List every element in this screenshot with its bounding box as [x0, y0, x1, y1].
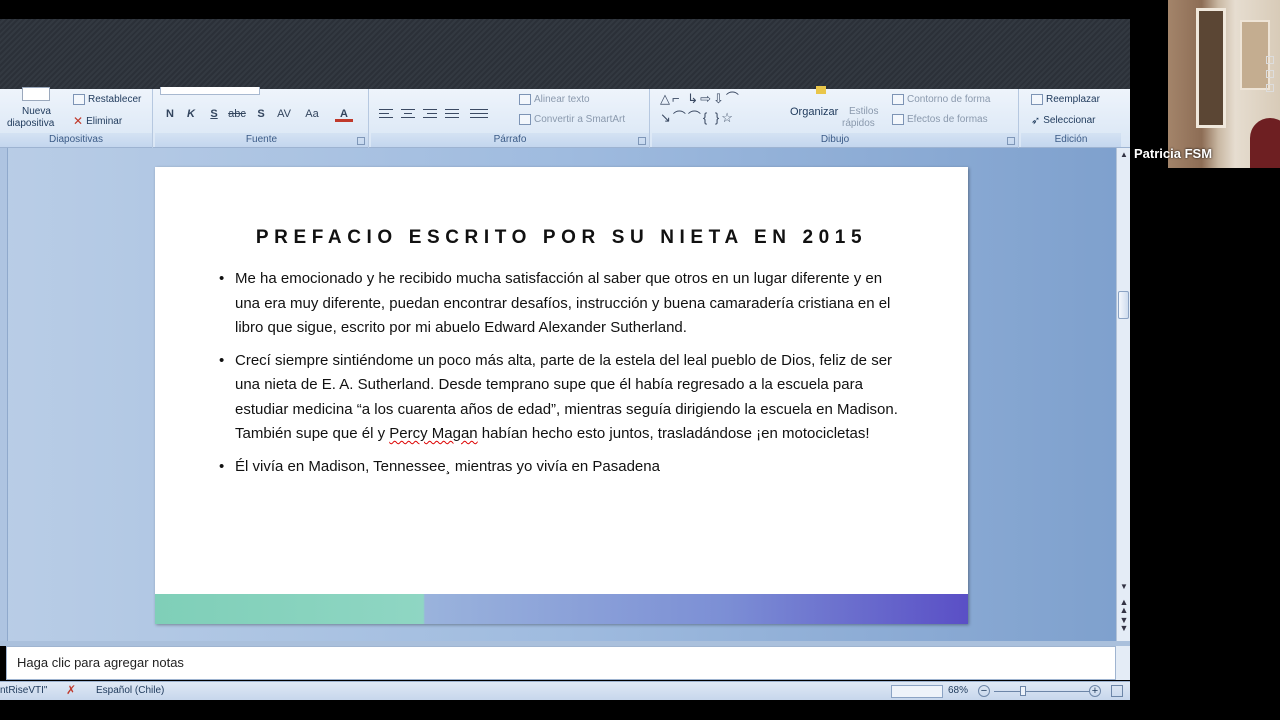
group-label-diapositivas: Diapositivas — [0, 133, 152, 147]
language-indicator[interactable]: Español (Chile) — [96, 685, 164, 696]
delete-button[interactable]: ✕ Eliminar — [73, 114, 122, 128]
dibujo-launcher-icon[interactable] — [1007, 137, 1015, 145]
fit-to-window-icon[interactable] — [1111, 685, 1123, 697]
font-color-button[interactable]: A — [335, 106, 353, 122]
char-spacing-button[interactable]: AV — [273, 106, 295, 122]
scroll-down-icon[interactable]: ▼ — [1117, 582, 1131, 591]
bullet-2-misspelled: Percy Magan — [389, 425, 478, 442]
parrafo-launcher-icon[interactable] — [638, 137, 646, 145]
notes-placeholder[interactable]: Haga clic para agregar notas — [17, 655, 184, 670]
smartart-icon — [519, 114, 531, 125]
align-text-icon — [519, 94, 531, 105]
replace-icon — [1031, 94, 1043, 105]
participant-video[interactable] — [1168, 0, 1280, 168]
align-text-button[interactable]: Alinear texto — [519, 94, 590, 105]
shape-outline-label: Contorno de forma — [907, 94, 991, 105]
delete-label: Eliminar — [86, 115, 123, 127]
font-name-input[interactable] — [160, 87, 260, 95]
new-slide-label-2[interactable]: diapositiva — [7, 118, 54, 129]
notes-scrollbar[interactable] — [1116, 646, 1130, 680]
participant-name: Patricia FSM — [1134, 146, 1213, 161]
shadow-button[interactable]: S — [252, 106, 270, 122]
select-button[interactable]: ➶ Seleccionar — [1031, 114, 1095, 127]
video-controls-icon[interactable] — [1266, 56, 1276, 104]
quick-styles-label-1[interactable]: Estilos — [849, 106, 878, 117]
convert-smartart-button[interactable]: Convertir a SmartArt — [519, 114, 625, 125]
new-slide-label-1[interactable]: Nueva — [22, 106, 51, 117]
ribbon: Nueva diapositiva Restablecer ✕ Eliminar… — [0, 86, 1130, 148]
overlay-bar — [0, 19, 1130, 89]
shape-effects-label: Efectos de formas — [907, 114, 988, 125]
replace-button[interactable]: Reemplazar — [1031, 94, 1100, 105]
group-edicion: Reemplazar ➶ Seleccionar Edición — [1021, 89, 1121, 148]
group-label-fuente: Fuente — [155, 133, 368, 147]
theme-name: ntRiseVTI" — [0, 685, 48, 696]
video-person — [1250, 118, 1280, 168]
scroll-up-icon[interactable]: ▲ — [1117, 150, 1131, 159]
slide-body[interactable]: Me ha emocionado y he recibido mucha sat… — [219, 267, 909, 487]
video-door — [1196, 8, 1226, 128]
group-dibujo: △⌐ ↳⇨⇩⌒ ↘⌒⌒{ }☆ Organizar Estilos rápido… — [652, 86, 1019, 148]
group-label-dibujo: Dibujo — [652, 133, 1018, 147]
scroll-thumb[interactable] — [1118, 291, 1129, 319]
select-label: Seleccionar — [1043, 115, 1096, 126]
reset-label: Restablecer — [88, 94, 142, 105]
shapes-gallery-row1[interactable]: △⌐ ↳⇨⇩⌒ — [660, 92, 741, 106]
justify-icon[interactable] — [443, 106, 461, 122]
new-slide-icon — [22, 87, 50, 101]
slide-canvas[interactable]: PREFACIO ESCRITO POR SU NIETA EN 2015 Me… — [155, 167, 968, 624]
notes-pane[interactable]: Haga clic para agregar notas — [6, 646, 1116, 680]
strikethrough-button[interactable]: abc — [225, 106, 249, 122]
next-slide-icon[interactable]: ▼ ▼ — [1117, 616, 1131, 633]
zoom-slider-thumb[interactable] — [1020, 686, 1026, 696]
shape-effects-icon — [892, 114, 904, 125]
shape-outline-icon — [892, 94, 904, 105]
reset-icon — [73, 94, 85, 105]
columns-icon[interactable] — [468, 106, 490, 122]
replace-label: Reemplazar — [1046, 94, 1100, 105]
arrange-button[interactable]: Organizar — [790, 106, 838, 118]
shape-outline-button[interactable]: Contorno de forma — [892, 94, 990, 105]
bottom-black-strip — [0, 700, 1130, 720]
status-bar: ntRiseVTI" ✗ Español (Chile) 68% − + — [0, 681, 1130, 700]
convert-smartart-label: Convertir a SmartArt — [534, 114, 626, 125]
arrange-icon — [816, 86, 826, 94]
zoom-out-icon[interactable]: − — [978, 685, 990, 697]
group-diapositivas: Nueva diapositiva Restablecer ✕ Eliminar… — [0, 87, 153, 148]
delete-icon: ✕ — [73, 114, 84, 128]
align-center-icon[interactable] — [399, 106, 417, 122]
underline-button[interactable]: S — [205, 106, 223, 122]
reset-button[interactable]: Restablecer — [73, 94, 141, 105]
shape-effects-button[interactable]: Efectos de formas — [892, 114, 988, 125]
zoom-in-icon[interactable]: + — [1089, 685, 1101, 697]
quick-styles-label-2[interactable]: rápidos — [842, 118, 875, 129]
select-cursor-icon: ➶ — [1031, 115, 1041, 127]
group-label-edicion: Edición — [1021, 133, 1121, 147]
vertical-scrollbar[interactable]: ▲ ▼ ▲ ▲ ▼ ▼ — [1116, 148, 1130, 641]
bullet-3[interactable]: Él vivía en Madison, Tennessee¸ mientras… — [219, 455, 909, 480]
shapes-gallery-row2[interactable]: ↘⌒⌒{ }☆ — [660, 111, 735, 125]
align-left-icon[interactable] — [377, 106, 395, 122]
prev-slide-icon[interactable]: ▲ ▲ — [1117, 598, 1131, 615]
group-fuente: N K S abc S AV Aa A Fuente — [155, 87, 369, 148]
view-buttons[interactable] — [891, 685, 943, 698]
spellcheck-icon[interactable]: ✗ — [66, 683, 76, 697]
slides-pane-edge[interactable] — [0, 148, 8, 641]
top-black-strip — [0, 0, 1130, 19]
change-case-button[interactable]: Aa — [301, 106, 323, 122]
bullet-1[interactable]: Me ha emocionado y he recibido mucha sat… — [219, 267, 909, 341]
fuente-launcher-icon[interactable] — [357, 137, 365, 145]
bullet-2-text-b: habían hecho esto juntos, trasladándose … — [477, 425, 870, 442]
align-right-icon[interactable] — [421, 106, 439, 122]
align-text-label: Alinear texto — [534, 94, 590, 105]
bold-button[interactable]: N — [161, 106, 179, 122]
group-label-parrafo: Párrafo — [371, 133, 649, 147]
group-parrafo: Alinear texto Convertir a SmartArt Párra… — [371, 89, 650, 148]
bullet-2[interactable]: Crecí siempre sintiéndome un poco más al… — [219, 349, 909, 447]
zoom-slider[interactable] — [994, 691, 1090, 692]
zoom-level[interactable]: 68% — [948, 685, 968, 696]
slide-title[interactable]: PREFACIO ESCRITO POR SU NIETA EN 2015 — [155, 227, 968, 249]
slide-footer-band — [155, 594, 968, 624]
italic-button[interactable]: K — [182, 106, 200, 122]
